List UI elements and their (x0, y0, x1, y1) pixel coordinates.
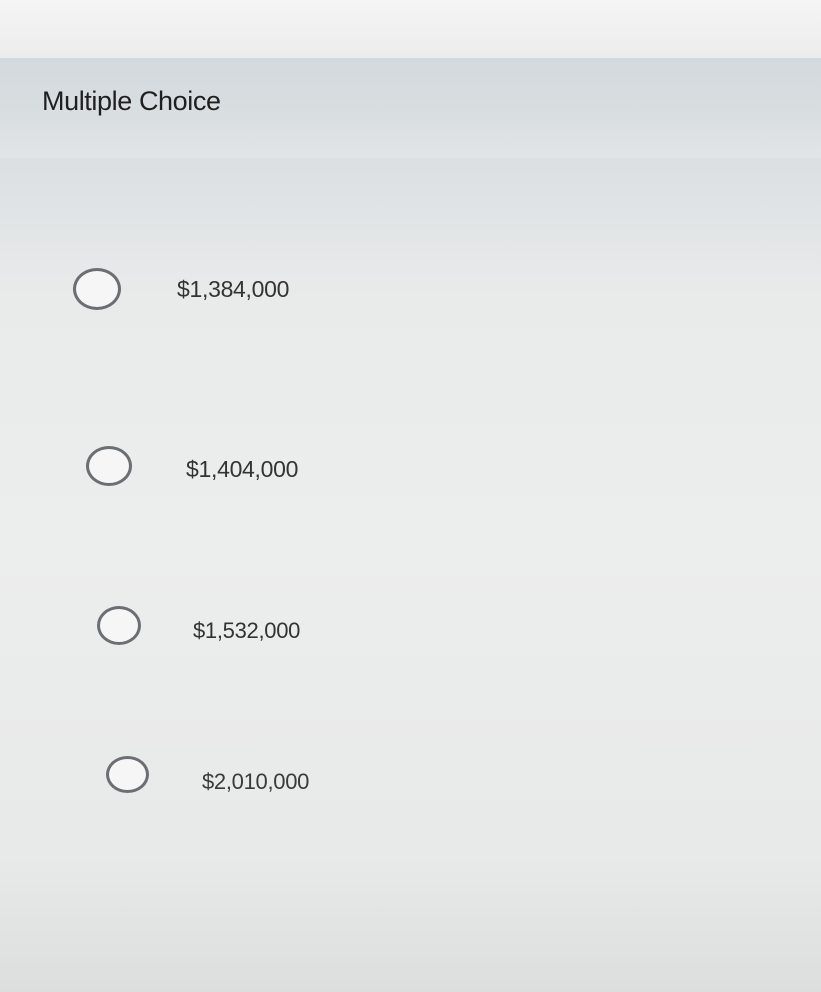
question-type-title: Multiple Choice (42, 86, 221, 116)
radio-button-icon[interactable] (97, 606, 141, 645)
answer-option-3[interactable]: $1,532,000 (97, 606, 397, 666)
answer-option-label: $1,384,000 (177, 276, 290, 302)
background-fade (0, 860, 821, 992)
answer-option-4[interactable]: $2,010,000 (106, 756, 406, 816)
answer-option-label: $2,010,000 (202, 769, 310, 794)
answer-option-label: $1,532,000 (193, 618, 301, 643)
answer-option-2[interactable]: $1,404,000 (86, 446, 386, 506)
answer-option-label: $1,404,000 (186, 456, 299, 482)
answer-option-1[interactable]: $1,384,000 (73, 268, 373, 328)
radio-button-icon[interactable] (86, 446, 132, 486)
top-strip (0, 0, 821, 58)
radio-button-icon[interactable] (73, 268, 121, 310)
radio-button-icon[interactable] (106, 756, 149, 793)
